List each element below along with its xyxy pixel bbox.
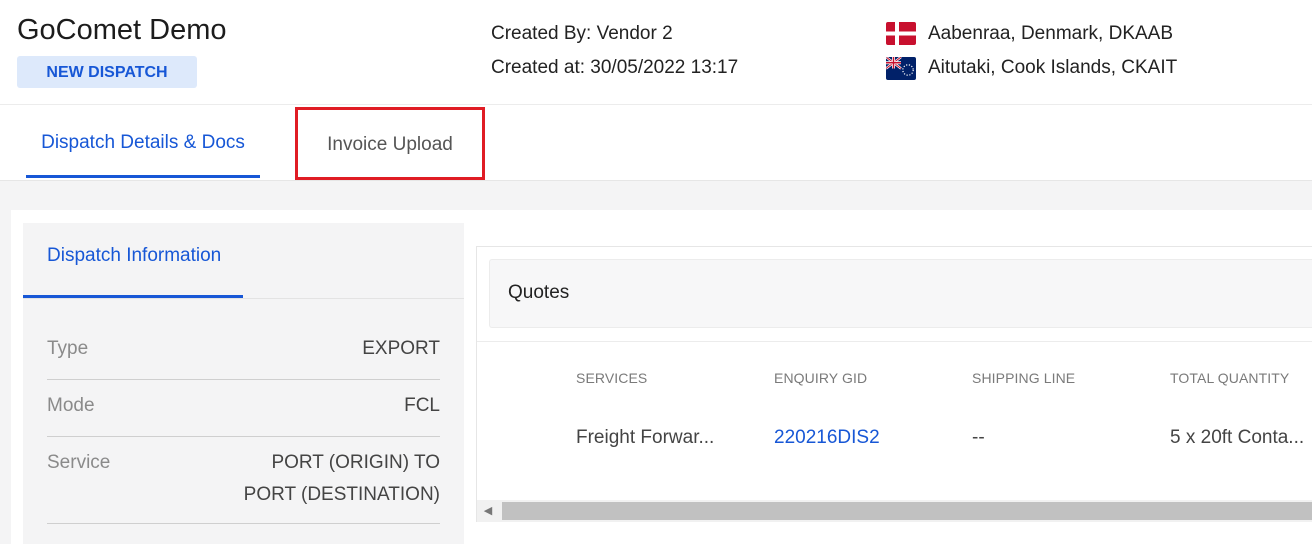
scrollbar-thumb[interactable]: [502, 502, 1312, 520]
quotes-header[interactable]: [489, 259, 1312, 328]
type-value: EXPORT: [362, 338, 440, 359]
created-by-text: Created By: Vendor 2: [491, 23, 673, 44]
row-divider: [47, 379, 440, 380]
column-header-enquiry-gid: ENQUIRY GID: [774, 370, 868, 386]
destination-location: Aitutaki, Cook Islands, CKAIT: [928, 57, 1178, 78]
page-title: GoComet Demo: [17, 14, 227, 46]
origin-location: Aabenraa, Denmark, DKAAB: [928, 23, 1174, 44]
tab-invoice-upload[interactable]: Invoice Upload: [295, 107, 485, 180]
info-tab-divider: [23, 298, 464, 299]
status-badge: NEW DISPATCH: [17, 56, 197, 88]
row-divider: [47, 436, 440, 437]
quotes-divider: [477, 341, 1312, 342]
cook-islands-flag-icon: [886, 57, 916, 80]
tab-dispatch-information[interactable]: Dispatch Information: [47, 245, 221, 267]
cell-shipping-line: --: [972, 427, 985, 448]
column-header-total-quantity: TOTAL QUANTITY: [1170, 370, 1290, 386]
mode-label: Mode: [47, 395, 95, 416]
service-value-line2: PORT (DESTINATION): [243, 484, 440, 505]
column-header-services: SERVICES: [576, 370, 648, 386]
denmark-flag-icon: [886, 22, 916, 45]
type-label: Type: [47, 338, 89, 359]
service-value-line1: PORT (ORIGIN) TO: [271, 452, 440, 473]
cell-services: Freight Forwar...: [576, 427, 715, 448]
quotes-title: Quotes: [508, 282, 570, 303]
scroll-left-icon[interactable]: ◀: [481, 500, 495, 522]
service-label: Service: [47, 452, 111, 473]
column-header-shipping-line: SHIPPING LINE: [972, 370, 1076, 386]
cell-total-quantity: 5 x 20ft Conta...: [1170, 427, 1305, 448]
mode-value: FCL: [404, 395, 440, 416]
enquiry-gid-link[interactable]: 220216DIS2: [774, 427, 880, 449]
active-tab-underline: [26, 175, 260, 178]
tab-dispatch-details[interactable]: Dispatch Details & Docs: [26, 106, 260, 180]
row-divider: [47, 523, 440, 524]
created-at-text: Created at: 30/05/2022 13:17: [491, 57, 739, 78]
